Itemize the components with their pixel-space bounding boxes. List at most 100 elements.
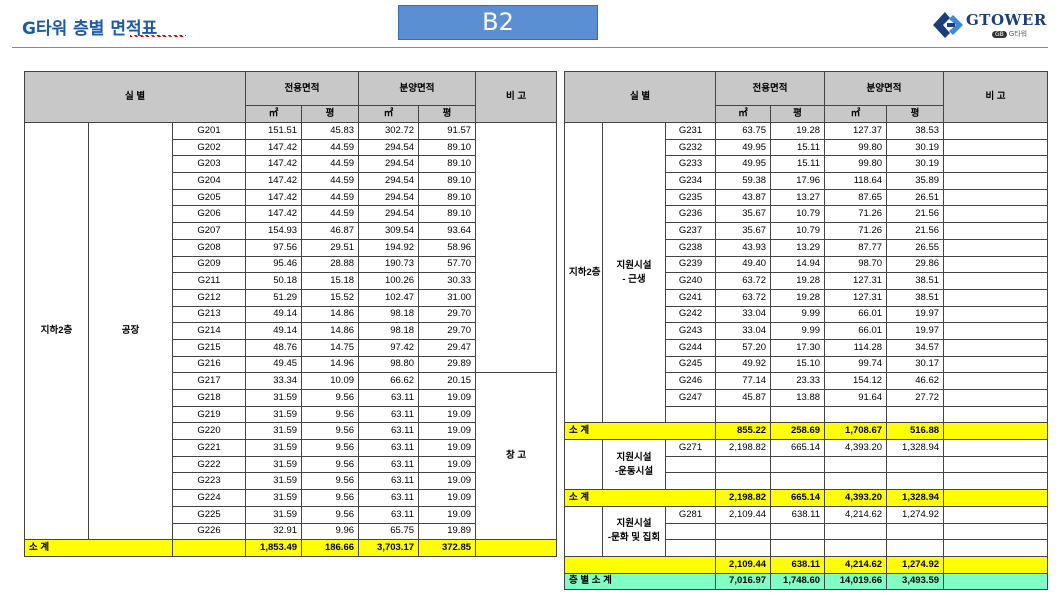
sale-pyeong-cell: 19.09 xyxy=(418,489,477,507)
unit-code-cell: G235 xyxy=(664,188,717,207)
exclusive-sqm-cell: 2,198.82 xyxy=(715,489,772,507)
exclusive-sqm-cell: 45.87 xyxy=(715,389,772,407)
note-cell xyxy=(943,322,1049,340)
exclusive-sqm-cell: 2,198.82 xyxy=(715,439,772,457)
sale-pyeong-cell: 26.51 xyxy=(886,188,945,207)
logo-wordmark: GTOWER xyxy=(966,11,1047,29)
sale-pyeong-cell: 57.70 xyxy=(418,255,477,274)
sale-pyeong-cell: 20.15 xyxy=(418,372,477,390)
sale-pyeong-cell: 38.53 xyxy=(886,122,945,140)
sale-pyeong-cell: 38.51 xyxy=(886,288,945,307)
exclusive-pyeong-cell: 9.56 xyxy=(301,439,360,457)
exclusive-sqm-cell: 147.42 xyxy=(245,138,303,157)
sale-sqm-cell: 102.47 xyxy=(358,288,420,307)
table-row: 지원시설 -문화 및 집회 G281 2,109.44 638.11 4,214.62 1… xyxy=(564,505,1049,557)
exclusive-sqm-cell: 48.76 xyxy=(245,338,303,357)
gtower-logo-icon xyxy=(933,12,963,38)
note-cell xyxy=(943,172,1049,190)
exclusive-pyeong-cell: 15.11 xyxy=(770,138,826,157)
unit-code-cell: G242 xyxy=(664,305,717,324)
sale-sqm-cell: 4,393.20 xyxy=(824,439,888,457)
sale-sqm-cell: 294.54 xyxy=(358,205,420,224)
header-pyeong: 평 xyxy=(886,105,945,123)
unit-code-cell: G236 xyxy=(664,205,717,224)
exclusive-sqm-cell: 35.67 xyxy=(715,222,772,240)
sale-sqm-cell: 294.54 xyxy=(358,155,420,174)
sale-pyeong-cell: 91.57 xyxy=(418,122,477,140)
empty-cell xyxy=(943,522,1049,541)
header-exclusive-area: 전용면적 xyxy=(715,71,826,106)
exclusive-pyeong-cell: 665.14 xyxy=(770,439,826,457)
sale-sqm-cell: 1,708.67 xyxy=(824,422,888,441)
exclusive-sqm-cell: 43.93 xyxy=(715,238,772,257)
header-sale-area: 분양면적 xyxy=(824,71,945,106)
note-cell xyxy=(943,122,1049,140)
note-cell xyxy=(943,238,1049,257)
sale-pyeong-cell: 21.56 xyxy=(886,222,945,240)
sale-pyeong-cell: 93.64 xyxy=(418,222,477,240)
exclusive-pyeong-cell: 665.14 xyxy=(770,489,826,507)
note-cell xyxy=(943,272,1049,290)
sale-sqm-cell: 4,214.62 xyxy=(824,505,888,524)
unit-code-cell: G213 xyxy=(171,305,247,324)
unit-code-cell: G241 xyxy=(664,288,717,307)
exclusive-sqm-cell: 1,853.49 xyxy=(245,539,303,557)
exclusive-pyeong-cell: 19.28 xyxy=(770,288,826,307)
empty-cell xyxy=(824,472,888,491)
floor-label: 지하2층 xyxy=(564,121,603,424)
sale-pyeong-cell: 30.19 xyxy=(886,138,945,157)
sale-sqm-cell: 99.74 xyxy=(824,355,888,374)
empty-cell xyxy=(886,539,945,557)
floor-badge: B2 xyxy=(398,5,598,40)
sale-sqm-cell: 154.12 xyxy=(824,372,888,390)
exclusive-sqm-cell: 50.18 xyxy=(245,272,303,290)
exclusive-pyeong-cell: 14.86 xyxy=(301,305,360,324)
sale-sqm-cell: 71.26 xyxy=(824,222,888,240)
exclusive-pyeong-cell: 9.56 xyxy=(301,455,360,474)
exclusive-sqm-cell: 49.95 xyxy=(715,138,772,157)
unit-code-cell xyxy=(664,522,717,541)
note-cell xyxy=(475,121,558,374)
note-cell xyxy=(943,255,1049,274)
sale-pyeong-cell: 30.17 xyxy=(886,355,945,374)
sale-pyeong-cell: 19.89 xyxy=(418,522,477,541)
subtotal-blank xyxy=(171,539,247,557)
sale-sqm-cell: 127.37 xyxy=(824,122,888,140)
right-area-table: 실 별 전용면적 분양면적 비 고 ㎡ 평 ㎡ 평 지하2층 지원시설 - 근생 G… xyxy=(563,71,1049,591)
sale-sqm-cell: 294.54 xyxy=(358,172,420,190)
unit-code-cell: G243 xyxy=(664,322,717,340)
note-cell xyxy=(943,288,1049,307)
exclusive-pyeong-cell: 19.28 xyxy=(770,272,826,290)
sale-sqm-cell: 97.42 xyxy=(358,338,420,357)
unit-code-cell: G211 xyxy=(171,272,247,290)
sale-sqm-cell: 294.54 xyxy=(358,138,420,157)
exclusive-pyeong-cell: 44.59 xyxy=(301,205,360,224)
exclusive-sqm-cell: 32.91 xyxy=(245,522,303,541)
sale-pyeong-cell: 372.85 xyxy=(418,539,477,557)
exclusive-pyeong-cell: 9.56 xyxy=(301,422,360,441)
sale-pyeong-cell: 89.10 xyxy=(418,188,477,207)
exclusive-sqm-cell: 31.59 xyxy=(245,405,303,424)
header-pyeong: 평 xyxy=(770,105,826,123)
unit-code-cell: G219 xyxy=(171,405,247,424)
sale-sqm-cell: 118.64 xyxy=(824,172,888,190)
exclusive-pyeong-cell: 15.11 xyxy=(770,155,826,174)
floor-label: 지하2층 xyxy=(24,121,89,541)
sale-pyeong-cell: 1,274.92 xyxy=(886,555,945,574)
exclusive-pyeong-cell: 14.96 xyxy=(301,355,360,374)
note-cell xyxy=(943,389,1049,407)
exclusive-pyeong-cell: 10.79 xyxy=(770,205,826,224)
unit-code-cell: G232 xyxy=(664,138,717,157)
empty-cell xyxy=(943,472,1049,491)
exclusive-pyeong-cell: 15.10 xyxy=(770,355,826,374)
header-sqm: ㎡ xyxy=(824,105,888,123)
unit-code-cell: G245 xyxy=(664,355,717,374)
sale-sqm-cell: 100.26 xyxy=(358,272,420,290)
exclusive-sqm-cell: 31.59 xyxy=(245,455,303,474)
empty-cell xyxy=(886,472,945,491)
unit-code-cell: G217 xyxy=(171,372,247,390)
unit-code-cell: G205 xyxy=(171,188,247,207)
sale-sqm-cell: 65.75 xyxy=(358,522,420,541)
sale-sqm-cell: 4,393.20 xyxy=(824,489,888,507)
exclusive-pyeong-cell: 17.30 xyxy=(770,338,826,357)
